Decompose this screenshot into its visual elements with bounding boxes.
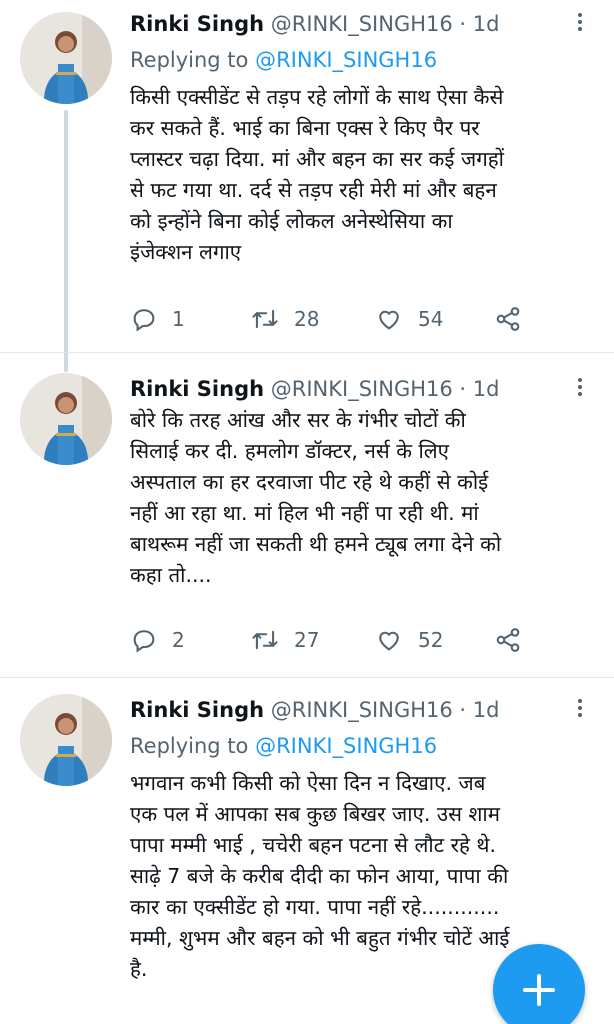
text-line: इंजेक्शन लगाए bbox=[130, 240, 242, 264]
text-line: बोरे कि तरह आंख और सर के गंभीर चोटों की bbox=[130, 408, 466, 432]
author-handle[interactable]: @RINKI_SINGH16 bbox=[271, 698, 453, 722]
heart-icon bbox=[379, 310, 399, 330]
separator: · bbox=[459, 12, 467, 36]
divider bbox=[0, 352, 614, 353]
text-line: कहा तो.... bbox=[130, 563, 212, 587]
text-line: से फट गया था. दर्द से तड़प रही मेरी मां … bbox=[130, 178, 497, 202]
reply-button[interactable]: 1 bbox=[130, 302, 185, 336]
author-name[interactable]: Rinki Singh bbox=[130, 12, 264, 36]
author-name[interactable]: Rinki Singh bbox=[130, 377, 264, 401]
timestamp[interactable]: 1d bbox=[473, 377, 500, 401]
retweet-button[interactable]: 28 bbox=[250, 302, 319, 336]
replying-to: Replying to @RINKI_SINGH16 bbox=[130, 732, 437, 760]
replying-prefix: Replying to bbox=[130, 48, 249, 72]
separator: · bbox=[459, 377, 467, 401]
share-button[interactable] bbox=[494, 623, 522, 657]
like-count: 52 bbox=[418, 628, 444, 652]
text-line: साढ़े 7 बजे के करीब दीदी का फोन आया, पाप… bbox=[130, 864, 509, 888]
retweet-icon bbox=[252, 630, 278, 650]
share-icon bbox=[496, 307, 520, 331]
reply-button[interactable]: 2 bbox=[130, 623, 185, 657]
separator: · bbox=[459, 698, 467, 722]
more-icon[interactable] bbox=[574, 696, 586, 720]
reply-icon bbox=[133, 309, 155, 332]
replying-mention[interactable]: @RINKI_SINGH16 bbox=[255, 734, 437, 758]
retweet-icon bbox=[252, 309, 278, 329]
replying-prefix: Replying to bbox=[130, 734, 249, 758]
text-line: कार का एक्सीडेंट हो गया. पापा नहीं रहे..… bbox=[130, 895, 500, 919]
reply-icon bbox=[133, 630, 155, 653]
heart-icon bbox=[379, 631, 399, 651]
text-line: कर सकते हैं. भाई का बिना एक्स रे किए पैर… bbox=[130, 116, 480, 140]
share-icon bbox=[496, 628, 520, 652]
more-icon[interactable] bbox=[574, 10, 586, 34]
retweet-button[interactable]: 27 bbox=[250, 623, 319, 657]
text-line: प्लास्टर चढ़ा दिया. मां और बहन का सर कई … bbox=[130, 147, 504, 171]
retweet-count: 27 bbox=[294, 628, 320, 652]
like-button[interactable]: 52 bbox=[374, 623, 443, 657]
tweet-text: किसी एक्सीडेंट से तड़प रहे लोगों के साथ … bbox=[130, 82, 598, 268]
text-line: पापा मम्मी भाई , चचेरी बहन पटना से लौट र… bbox=[130, 833, 496, 857]
text-line: नहीं आ रहा था. मां हिल भी नहीं पा रही थी… bbox=[130, 501, 479, 525]
replying-mention[interactable]: @RINKI_SINGH16 bbox=[255, 48, 437, 72]
avatar[interactable] bbox=[20, 694, 112, 786]
tweet[interactable]: Rinki Singh @RINKI_SINGH16 · 1d Replying… bbox=[0, 0, 614, 352]
tweet[interactable]: Rinki Singh @RINKI_SINGH16 · 1d बोरे कि … bbox=[0, 365, 614, 677]
text-line: को इन्होंने बिना कोई लोकल अनेस्थेसिया का bbox=[130, 209, 453, 233]
avatar[interactable] bbox=[20, 12, 112, 104]
replying-to: Replying to @RINKI_SINGH16 bbox=[130, 46, 437, 74]
retweet-count: 28 bbox=[294, 307, 320, 331]
avatar[interactable] bbox=[20, 373, 112, 465]
more-icon[interactable] bbox=[574, 375, 586, 399]
tweet-actions: 1 28 54 bbox=[130, 302, 590, 336]
like-button[interactable]: 54 bbox=[374, 302, 443, 336]
author-handle[interactable]: @RINKI_SINGH16 bbox=[271, 377, 453, 401]
author-name[interactable]: Rinki Singh bbox=[130, 698, 264, 722]
timestamp[interactable]: 1d bbox=[473, 12, 500, 36]
reply-count: 1 bbox=[172, 307, 185, 331]
tweet-actions: 2 27 52 bbox=[130, 623, 590, 657]
share-button[interactable] bbox=[494, 302, 522, 336]
timestamp[interactable]: 1d bbox=[473, 698, 500, 722]
divider bbox=[0, 677, 614, 678]
reply-count: 2 bbox=[172, 628, 185, 652]
text-line: एक पल में आपका सब कुछ बिखर जाए. उस शाम bbox=[130, 802, 500, 826]
text-line: किसी एक्सीडेंट से तड़प रहे लोगों के साथ … bbox=[130, 85, 504, 109]
text-line: भगवान कभी किसी को ऐसा दिन न दिखाए. जब bbox=[130, 771, 486, 795]
text-line: बाथरूम नहीं जा सकती थी हमने ट्यूब लगा दे… bbox=[130, 532, 502, 556]
text-line: अस्पताल का हर दरवाजा पीट रहे थे कहीं से … bbox=[130, 470, 489, 494]
author-handle[interactable]: @RINKI_SINGH16 bbox=[271, 12, 453, 36]
text-line: सिलाई कर दी. हमलोग डॉक्टर, नर्स के लिए bbox=[130, 439, 449, 463]
like-count: 54 bbox=[418, 307, 444, 331]
tweet-text: बोरे कि तरह आंख और सर के गंभीर चोटों की … bbox=[130, 405, 598, 591]
